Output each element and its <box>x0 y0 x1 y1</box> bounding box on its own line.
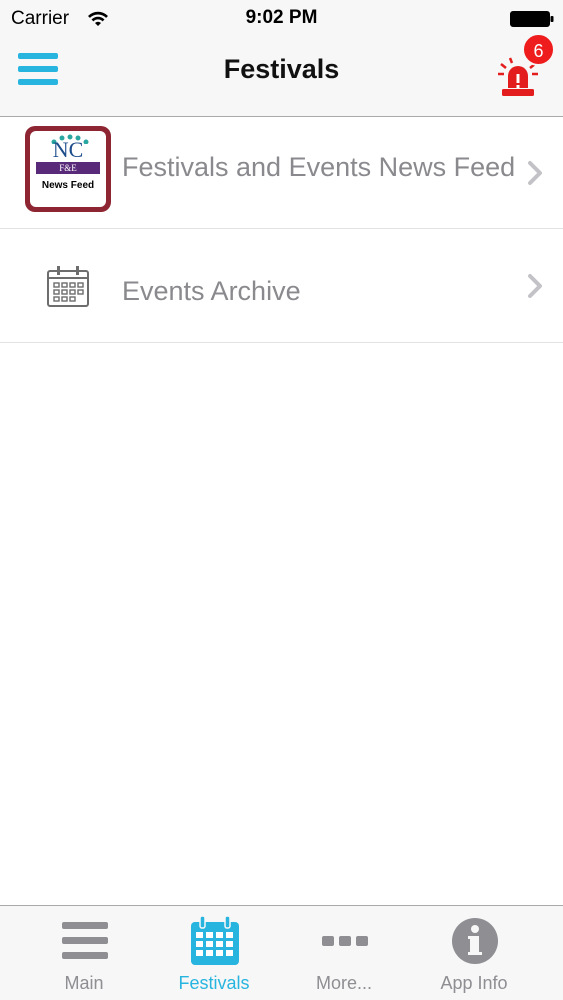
calendar-icon <box>191 916 239 965</box>
info-icon <box>452 918 498 964</box>
list-item-label: Festivals and Events News Feed <box>122 152 516 182</box>
chevron-right-icon <box>528 274 542 298</box>
calendar-icon <box>47 266 89 307</box>
tab-more[interactable]: More... <box>279 906 409 1000</box>
page-title: Festivals <box>223 54 340 84</box>
list-item-events-archive[interactable]: Events Archive <box>0 229 563 343</box>
app-screen: Carrier 9:02 PM Festivals 6 NC F&E News … <box>0 0 563 1000</box>
navigation-bar: Festivals 6 <box>0 33 563 117</box>
tab-bar: Main Festivals More... App Info <box>0 905 563 1000</box>
logo-nc-text: NC <box>52 137 84 162</box>
chevron-right-icon <box>528 161 542 185</box>
tab-label: App Info <box>440 973 508 993</box>
hamburger-icon <box>62 922 108 959</box>
tab-label: Festivals <box>178 973 250 993</box>
festivals-list: NC F&E News Feed Festivals and Events Ne… <box>0 118 563 343</box>
notification-badge: 6 <box>522 33 555 66</box>
tab-festivals[interactable]: Festivals <box>149 906 279 1000</box>
tab-main[interactable]: Main <box>19 906 149 1000</box>
tab-label: More... <box>315 973 372 993</box>
tab-app-info[interactable]: App Info <box>409 906 539 1000</box>
logo-news-feed-text: News Feed <box>41 180 95 191</box>
news-feed-logo: NC F&E News Feed <box>25 126 111 212</box>
more-dots-icon <box>322 936 368 946</box>
battery-icon <box>510 11 554 27</box>
list-item-label: Events Archive <box>122 276 301 306</box>
list-item-news-feed[interactable]: NC F&E News Feed Festivals and Events Ne… <box>0 118 563 229</box>
clock: 9:02 PM <box>245 7 318 28</box>
status-bar: Carrier 9:02 PM <box>0 0 563 36</box>
logo-band-text: F&E <box>36 162 100 174</box>
tab-label: Main <box>64 973 104 993</box>
